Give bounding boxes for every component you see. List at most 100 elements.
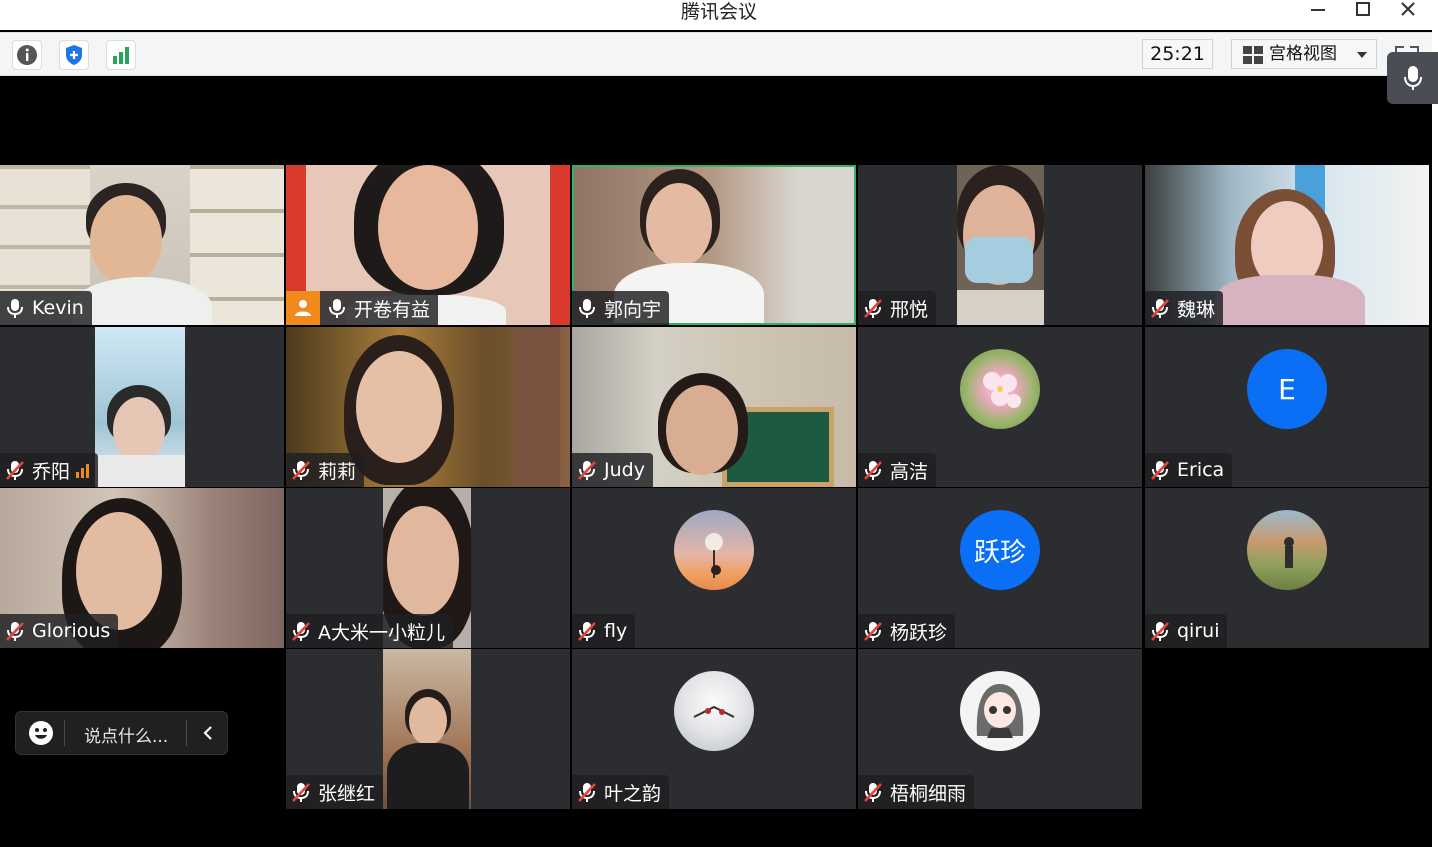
- participant-name-chip: 邢悦: [858, 291, 937, 325]
- chevron-left-icon[interactable]: [200, 725, 216, 741]
- video-feed: [957, 165, 1044, 325]
- text-avatar: 跃珍: [960, 510, 1040, 590]
- info-icon[interactable]: [12, 40, 42, 70]
- participant-tile-xingyue[interactable]: 邢悦: [858, 165, 1142, 325]
- video-feed: [95, 327, 185, 487]
- participant-tile-gaojie[interactable]: 高洁: [858, 327, 1142, 487]
- floating-mic-button[interactable]: [1387, 52, 1438, 104]
- participant-tile-glorious[interactable]: Glorious: [0, 488, 284, 648]
- participant-tile-qirui[interactable]: qirui: [1145, 488, 1429, 648]
- participant-tile-weilin[interactable]: 魏琳: [1145, 165, 1429, 325]
- participant-name-chip: 开卷有益: [286, 291, 439, 325]
- participant-name-chip: Glorious: [0, 614, 119, 648]
- mic-muted-icon: [6, 622, 24, 641]
- participant-tile-adami[interactable]: A大米一小粒儿: [286, 488, 570, 648]
- participant-tile-lili[interactable]: 莉莉: [286, 327, 570, 487]
- participant-name: Judy: [604, 459, 645, 481]
- participant-name: 梧桐细雨: [890, 782, 967, 805]
- microphone-icon: [7, 299, 23, 318]
- participant-name-chip: Judy: [572, 453, 653, 487]
- participant-name: A大米一小粒儿: [318, 621, 445, 644]
- participant-name-chip: 杨跃珍: [858, 614, 956, 648]
- participant-name-chip: Kevin: [0, 291, 92, 325]
- microphone-icon: [1403, 66, 1422, 90]
- mic-muted-icon: [292, 783, 310, 802]
- security-shield-icon[interactable]: [59, 40, 89, 70]
- participant-name-chip: Erica: [1145, 453, 1233, 487]
- microphone-icon: [579, 299, 595, 318]
- dandelion-avatar: [674, 510, 754, 590]
- view-mode-label: 宫格视图: [1269, 44, 1337, 64]
- emoji-icon[interactable]: [28, 720, 54, 746]
- mic-muted-icon: [6, 461, 24, 480]
- network-signal-icon[interactable]: [106, 40, 136, 70]
- mic-muted-icon: [1151, 622, 1169, 641]
- participant-name-chip: 莉莉: [286, 453, 365, 487]
- participant-tile-yezhiyun[interactable]: 叶之韵: [572, 649, 856, 809]
- participant-tile-fly[interactable]: fly: [572, 488, 856, 648]
- participant-name: qirui: [1177, 620, 1220, 642]
- mic-muted-icon: [1151, 461, 1169, 480]
- participant-tile-wutongxiyu[interactable]: 梧桐细雨: [858, 649, 1142, 809]
- mic-muted-icon: [292, 622, 310, 641]
- weak-signal-icon: [76, 464, 90, 478]
- chat-placeholder[interactable]: 说点什么...: [84, 722, 168, 747]
- participant-name-chip: 叶之韵: [572, 775, 670, 809]
- participant-name: 莉莉: [318, 460, 357, 483]
- participant-tile-guoxiangyu[interactable]: 郭向宇: [572, 165, 856, 325]
- participant-name: 魏琳: [1177, 298, 1216, 321]
- chat-divider: [64, 720, 65, 746]
- mic-muted-icon: [864, 461, 882, 480]
- participant-name-chip: 魏琳: [1145, 291, 1224, 325]
- participant-name: Kevin: [32, 297, 84, 319]
- participant-tile-kevin[interactable]: Kevin: [0, 165, 284, 325]
- view-mode-dropdown[interactable]: 宫格视图: [1231, 39, 1377, 69]
- participant-name-chip: 高洁: [858, 453, 937, 487]
- mic-muted-icon: [864, 299, 882, 318]
- participant-name: Erica: [1177, 459, 1225, 481]
- participant-name: 叶之韵: [604, 782, 662, 805]
- video-feed: [383, 649, 471, 809]
- mic-muted-icon: [1151, 299, 1169, 318]
- participant-tile-kaijuanyouyi[interactable]: 开卷有益: [286, 165, 570, 325]
- window-title: 腾讯会议: [680, 1, 757, 23]
- minimize-icon[interactable]: [1298, 0, 1338, 24]
- mic-muted-icon: [578, 783, 596, 802]
- participant-tile-erica[interactable]: E Erica: [1145, 327, 1429, 487]
- participant-tile-judy[interactable]: Judy: [572, 327, 856, 487]
- participant-name-chip: 张继红: [286, 775, 384, 809]
- participant-tile-qiaoyang[interactable]: 乔阳: [0, 327, 284, 487]
- participant-name: Glorious: [32, 620, 111, 642]
- title-bar: 腾讯会议: [0, 0, 1438, 30]
- participant-tile-zhangjihong[interactable]: 张继红: [286, 649, 570, 809]
- flower-avatar: [960, 349, 1040, 429]
- chat-divider: [186, 720, 187, 746]
- participant-name-chip: 梧桐细雨: [858, 775, 975, 809]
- chat-input-bar[interactable]: 说点什么...: [15, 711, 228, 755]
- participant-name: 开卷有益: [354, 298, 431, 321]
- microphone-icon: [329, 299, 345, 318]
- meeting-timer: 25:21: [1142, 39, 1213, 69]
- host-badge-icon: [286, 291, 320, 325]
- participant-name-chip: 郭向宇: [572, 291, 670, 325]
- meeting-toolbar: 25:21 宫格视图: [0, 32, 1432, 76]
- participant-name: 高洁: [890, 460, 929, 483]
- letter-avatar: E: [1247, 349, 1327, 429]
- mic-muted-icon: [864, 783, 882, 802]
- participant-tile-yangyuezhen[interactable]: 跃珍 杨跃珍: [858, 488, 1142, 648]
- mic-muted-icon: [578, 622, 596, 641]
- participant-name-chip: qirui: [1145, 614, 1228, 648]
- participant-name-chip: 乔阳: [0, 453, 99, 487]
- close-icon[interactable]: [1388, 0, 1428, 24]
- anime-girl-avatar: [960, 671, 1040, 751]
- participant-name: 郭向宇: [604, 298, 662, 321]
- maximize-icon[interactable]: [1343, 0, 1383, 24]
- participant-name: fly: [604, 620, 628, 642]
- landscape-avatar: [1247, 510, 1327, 590]
- mic-muted-icon: [292, 461, 310, 480]
- mic-muted-icon: [864, 622, 882, 641]
- participant-name: 杨跃珍: [890, 621, 948, 644]
- participant-name-chip: A大米一小粒儿: [286, 614, 453, 648]
- participant-name-chip: fly: [572, 614, 636, 648]
- snow-branch-avatar: [674, 671, 754, 751]
